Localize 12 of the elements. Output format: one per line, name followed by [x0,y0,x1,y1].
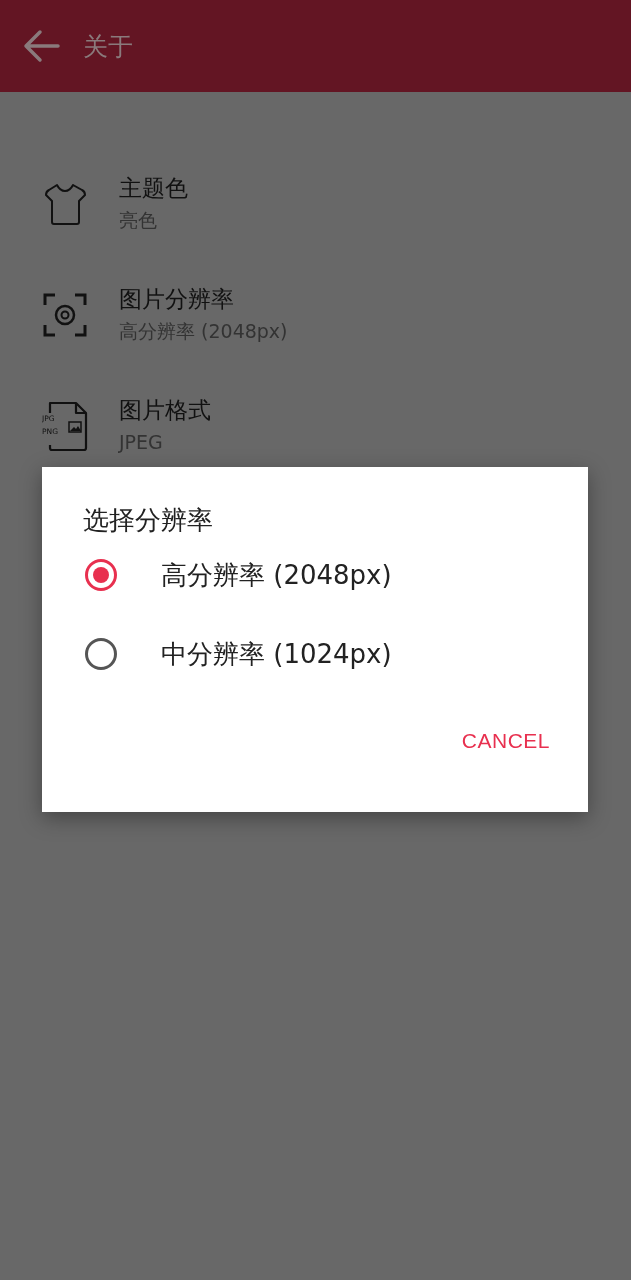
setting-title: 图片分辨率 [119,285,235,314]
cancel-button[interactable]: CANCEL [451,721,560,761]
setting-title: 图片格式 [119,396,211,425]
back-arrow-icon[interactable] [22,29,60,63]
radio-button[interactable] [84,637,118,671]
setting-title: 主题色 [119,174,188,203]
option-label[interactable]: 高分辨率 (2048px) [161,557,392,593]
option-label[interactable]: 中分辨率 (1024px) [161,636,392,672]
radio-button[interactable] [84,558,118,592]
focus-target-icon [42,291,88,338]
dialog-title: 选择分辨率 [83,504,214,537]
screen-title: 关于 [83,30,133,63]
